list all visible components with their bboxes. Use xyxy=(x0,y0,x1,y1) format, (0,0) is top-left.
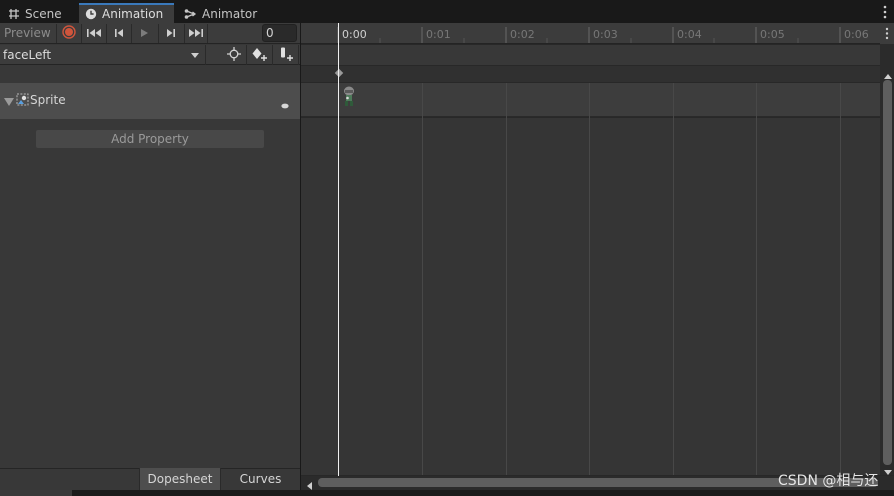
tab-animator[interactable]: Animator xyxy=(178,4,263,23)
playhead[interactable] xyxy=(338,23,339,476)
tick-label: 0:02 xyxy=(510,28,535,41)
tab-animator-label: Animator xyxy=(202,6,258,21)
clip-name: faceLeft xyxy=(3,48,52,62)
last-keyframe-button[interactable] xyxy=(184,24,208,43)
tab-animation[interactable]: Animation xyxy=(79,3,174,23)
dopesheet-area[interactable] xyxy=(301,118,880,475)
first-keyframe-button[interactable] xyxy=(81,24,105,43)
step-back-icon xyxy=(113,27,125,41)
add-property-button[interactable]: Add Property xyxy=(36,130,264,148)
add-event-button[interactable] xyxy=(273,45,299,65)
skip-to-start-icon xyxy=(86,27,102,41)
sprite-keyframe-thumbnail[interactable] xyxy=(341,85,357,111)
tab-animation-label: Animation xyxy=(102,7,164,21)
tick-label: 0:00 xyxy=(342,28,367,41)
grid-line xyxy=(422,83,423,475)
expand-arrow-icon[interactable] xyxy=(4,96,14,110)
grid-line xyxy=(589,83,590,475)
chevron-down-icon xyxy=(191,48,199,62)
tick-label: 0:01 xyxy=(426,28,451,41)
add-keyframe-icon xyxy=(252,47,268,64)
previous-keyframe-button[interactable] xyxy=(106,24,130,43)
add-keyframe-button[interactable] xyxy=(247,45,273,65)
record-button[interactable] xyxy=(56,24,80,43)
play-button[interactable] xyxy=(131,24,155,43)
clock-icon xyxy=(85,8,97,20)
tab-curves[interactable]: Curves xyxy=(220,468,300,490)
time-ruler[interactable]: 0:00 0:01 0:02 0:03 0:04 0:05 0:06 xyxy=(301,23,880,44)
tick-label: 0:04 xyxy=(677,28,702,41)
step-forward-icon xyxy=(165,27,177,41)
more-options-icon[interactable] xyxy=(882,5,888,19)
crosshair-icon xyxy=(226,46,241,64)
events-track[interactable] xyxy=(301,66,880,82)
sprite-track[interactable] xyxy=(301,83,880,117)
tab-scene[interactable]: Scene xyxy=(2,4,68,23)
grid-line xyxy=(840,83,841,475)
record-icon xyxy=(61,25,76,42)
clip-selector[interactable]: faceLeft xyxy=(0,45,206,65)
status-chip xyxy=(0,490,72,496)
more-options-icon xyxy=(884,27,890,43)
tick-label: 0:06 xyxy=(844,28,869,41)
ruler-menu[interactable] xyxy=(880,23,894,44)
animator-icon xyxy=(184,8,197,20)
play-icon xyxy=(139,27,149,41)
next-keyframe-button[interactable] xyxy=(158,24,182,43)
property-row-sprite[interactable]: Sprite xyxy=(0,83,300,119)
property-label: Sprite xyxy=(30,93,66,107)
tab-dopesheet[interactable]: Dopesheet xyxy=(139,468,220,490)
events-spacer xyxy=(0,66,300,82)
preview-toggle[interactable]: Preview xyxy=(4,26,51,40)
status-strip xyxy=(0,490,894,496)
tick-label: 0:03 xyxy=(593,28,618,41)
timeline-header xyxy=(301,45,880,65)
tab-scene-label: Scene xyxy=(25,6,62,21)
watermark: CSDN @相与还 xyxy=(778,473,879,489)
add-event-icon xyxy=(278,47,294,64)
grid-line xyxy=(756,83,757,475)
vertical-scroll-thumb[interactable] xyxy=(883,80,892,465)
filter-by-selection-button[interactable] xyxy=(221,45,247,65)
keyframe-options-icon[interactable] xyxy=(281,98,289,112)
skip-to-end-icon xyxy=(188,27,204,41)
grid-line xyxy=(673,83,674,475)
tick-label: 0:05 xyxy=(760,28,785,41)
sprite-icon xyxy=(16,93,29,109)
grid-icon xyxy=(8,8,20,20)
grid-line xyxy=(506,83,507,475)
frame-number-field[interactable]: 0 xyxy=(262,24,297,42)
ruler-ticks xyxy=(337,27,841,43)
